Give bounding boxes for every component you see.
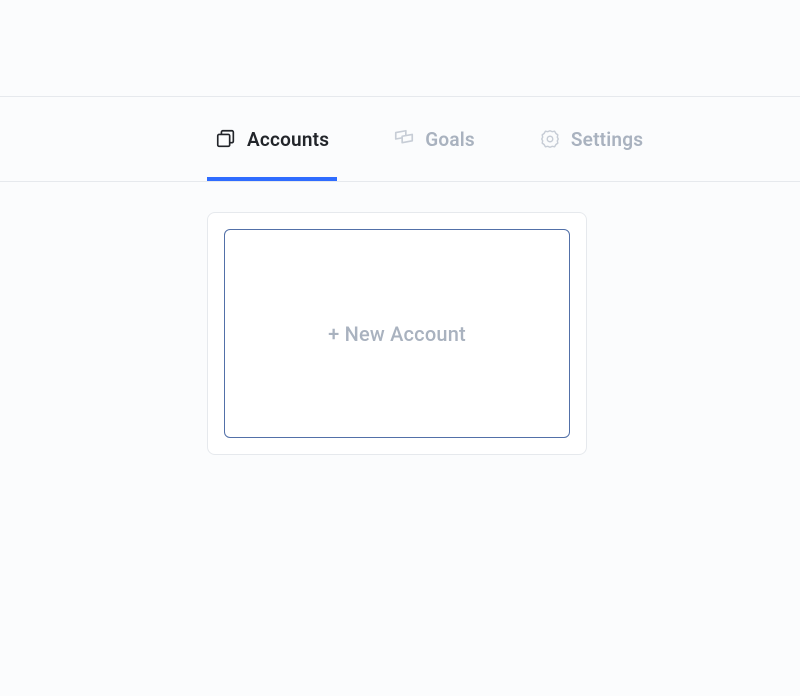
tabs-nav: Accounts Goals Settings xyxy=(0,96,800,182)
tab-accounts[interactable]: Accounts xyxy=(207,97,337,181)
content-area: + New Account xyxy=(0,182,800,455)
new-account-label: + New Account xyxy=(328,322,466,346)
tab-settings[interactable]: Settings xyxy=(531,97,651,181)
accounts-icon xyxy=(215,128,237,150)
tab-accounts-label: Accounts xyxy=(247,128,329,151)
goals-icon xyxy=(393,128,415,150)
tab-goals-label: Goals xyxy=(425,128,475,151)
tab-settings-label: Settings xyxy=(571,128,643,151)
new-account-button[interactable]: + New Account xyxy=(224,229,570,438)
account-card: + New Account xyxy=(207,212,587,455)
tab-goals[interactable]: Goals xyxy=(385,97,483,181)
settings-icon xyxy=(539,128,561,150)
